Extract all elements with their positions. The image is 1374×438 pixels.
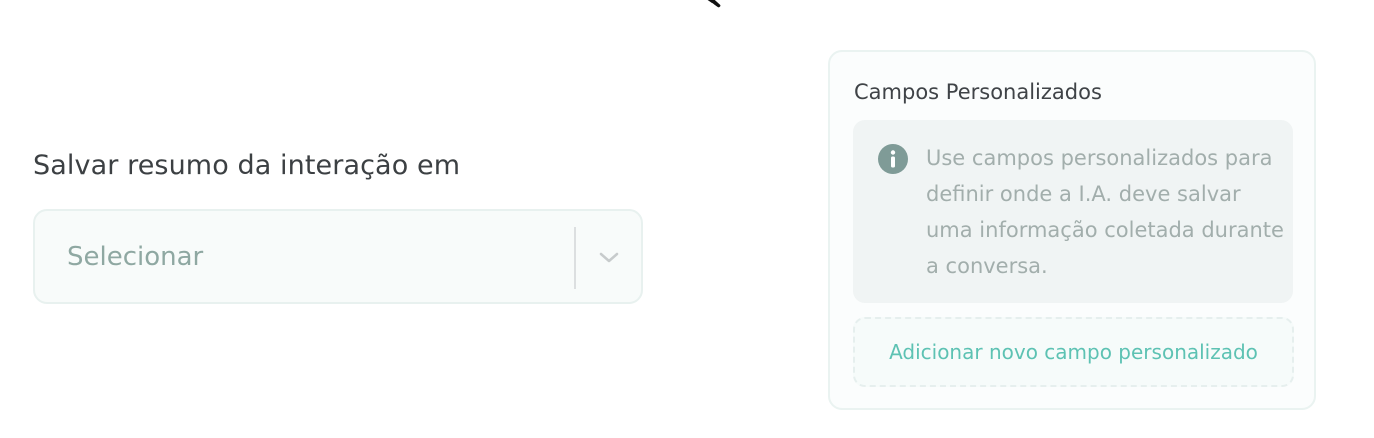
info-text: Use campos personalizados para definir o… [926, 146, 1284, 278]
info-callout: Use campos personalizados para definir o… [853, 120, 1293, 303]
select-divider [574, 227, 576, 289]
custom-fields-panel: Campos Personalizados Use campos persona… [828, 50, 1316, 410]
summary-field-select[interactable]: Selecionar [33, 209, 643, 304]
summary-field-label: Salvar resumo da interação em [33, 150, 461, 181]
add-custom-field-button[interactable]: Adicionar novo campo personalizado [853, 317, 1294, 387]
select-placeholder: Selecionar [67, 242, 204, 272]
mouse-cursor-icon [686, 0, 726, 20]
panel-title: Campos Personalizados [854, 80, 1102, 104]
chevron-down-icon[interactable] [595, 244, 623, 272]
info-icon [878, 144, 908, 174]
